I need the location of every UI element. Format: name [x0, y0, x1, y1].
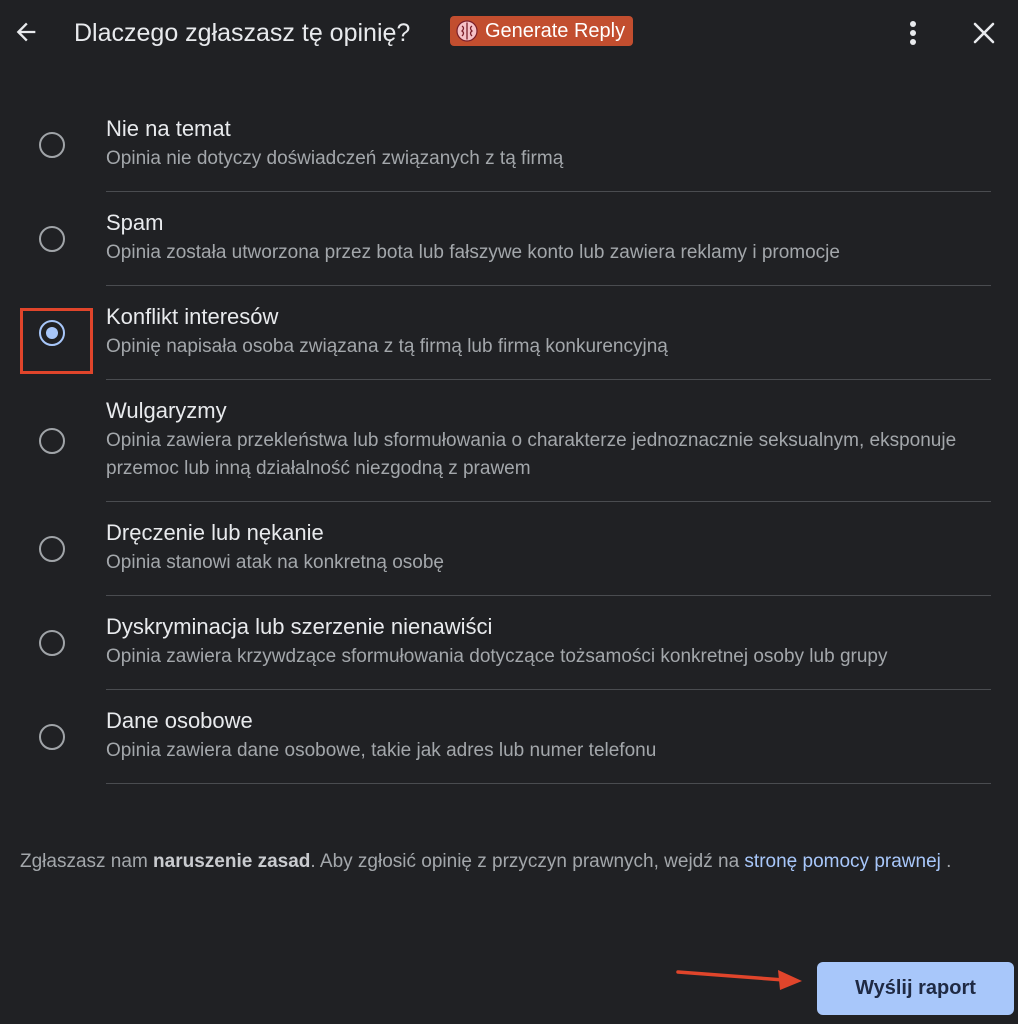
policy-note-bold: naruszenie zasad — [153, 851, 311, 872]
option-title: Wulgaryzmy — [106, 398, 227, 423]
close-button[interactable] — [964, 14, 1004, 52]
option-title: Dyskryminacja lub szerzenie nienawiści — [106, 614, 493, 639]
back-button[interactable] — [8, 12, 44, 52]
radio-container — [0, 286, 106, 380]
dialog-header: Dlaczego zgłaszasz tę opinię? Generate R… — [0, 0, 1018, 66]
option-text: Dyskryminacja lub szerzenie nienawiści O… — [106, 596, 991, 690]
policy-note: Zgłaszasz nam naruszenie zasad. Aby zgło… — [20, 846, 990, 877]
radio-button[interactable] — [39, 226, 65, 252]
radio-button[interactable] — [39, 724, 65, 750]
radio-container — [0, 192, 106, 286]
option-text: Dręczenie lub nękanie Opinia stanowi ata… — [106, 502, 991, 596]
option-spam[interactable]: Spam Opinia została utworzona przez bota… — [0, 192, 1018, 286]
option-title: Nie na temat — [106, 116, 231, 141]
policy-note-text: Zgłaszasz nam — [20, 851, 154, 872]
option-personal-data[interactable]: Dane osobowe Opinia zawiera dane osobowe… — [0, 690, 1018, 784]
radio-button[interactable] — [39, 536, 65, 562]
option-description: Opinia zawiera krzywdzące sformułowania … — [106, 646, 888, 667]
generate-reply-label: Generate Reply — [485, 19, 626, 42]
option-text: Nie na temat Opinia nie dotyczy doświadc… — [106, 98, 991, 192]
radio-container — [0, 502, 106, 596]
option-profanity[interactable]: Wulgaryzmy Opinia zawiera przekleństwa l… — [0, 380, 1018, 502]
reason-options-list: Nie na temat Opinia nie dotyczy doświadc… — [0, 98, 1018, 784]
radio-container — [0, 380, 106, 502]
option-title: Konflikt interesów — [106, 304, 279, 329]
radio-button[interactable] — [39, 428, 65, 454]
option-description: Opinia stanowi atak na konkretną osobę — [106, 552, 444, 573]
policy-note-text: . Aby zgłosić opinię z przyczyn prawnych… — [310, 851, 745, 872]
legal-help-link[interactable]: stronę pomocy prawnej — [744, 851, 940, 872]
option-harassment[interactable]: Dręczenie lub nękanie Opinia stanowi ata… — [0, 502, 1018, 596]
option-text: Wulgaryzmy Opinia zawiera przekleństwa l… — [106, 380, 991, 502]
radio-container — [0, 98, 106, 192]
generate-reply-button[interactable]: Generate Reply — [450, 16, 634, 46]
brain-icon — [456, 20, 478, 42]
option-text: Spam Opinia została utworzona przez bota… — [106, 192, 991, 286]
radio-button[interactable] — [39, 630, 65, 656]
more-options-button[interactable] — [898, 14, 928, 52]
option-description: Opinia została utworzona przez bota lub … — [106, 242, 840, 263]
radio-container — [0, 596, 106, 690]
option-hate-speech[interactable]: Dyskryminacja lub szerzenie nienawiści O… — [0, 596, 1018, 690]
close-icon — [973, 22, 995, 44]
send-report-button[interactable]: Wyślij raport — [817, 962, 1014, 1015]
arrow-left-icon — [16, 22, 36, 42]
radio-button-selected[interactable] — [39, 320, 65, 346]
option-off-topic[interactable]: Nie na temat Opinia nie dotyczy doświadc… — [0, 98, 1018, 192]
radio-container — [0, 690, 106, 784]
option-title: Spam — [106, 210, 164, 235]
option-title: Dręczenie lub nękanie — [106, 520, 324, 545]
option-description: Opinia zawiera dane osobowe, takie jak a… — [106, 740, 657, 761]
option-conflict-of-interest[interactable]: Konflikt interesów Opinię napisała osoba… — [0, 286, 1018, 380]
radio-button[interactable] — [39, 132, 65, 158]
dialog-title: Dlaczego zgłaszasz tę opinię? — [74, 19, 411, 47]
annotation-arrow-icon — [676, 970, 802, 990]
option-text: Dane osobowe Opinia zawiera dane osobowe… — [106, 690, 991, 784]
more-vert-icon — [910, 21, 916, 45]
option-description: Opinia zawiera przekleństwa lub sformuło… — [106, 430, 957, 479]
option-description: Opinia nie dotyczy doświadczeń związanyc… — [106, 148, 564, 169]
option-description: Opinię napisała osoba związana z tą firm… — [106, 336, 668, 357]
option-text: Konflikt interesów Opinię napisała osoba… — [106, 286, 991, 380]
option-title: Dane osobowe — [106, 708, 253, 733]
policy-note-text: . — [940, 851, 952, 872]
